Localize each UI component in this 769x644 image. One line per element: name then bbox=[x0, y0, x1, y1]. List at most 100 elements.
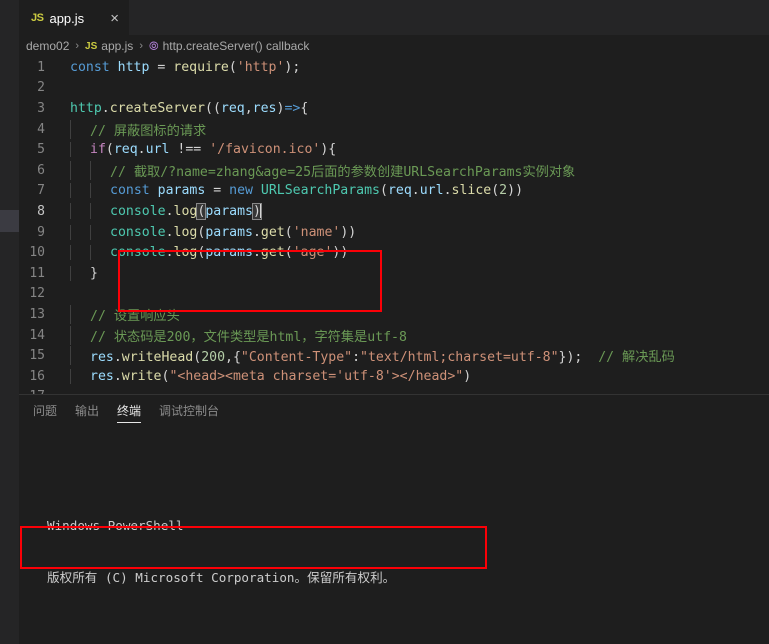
token-req: req bbox=[220, 100, 245, 116]
code-line-3: 3 http.createServer((req,res)=>{ bbox=[19, 98, 769, 119]
token-number-2: 2 bbox=[499, 183, 508, 199]
activity-bar-strip bbox=[0, 0, 19, 644]
code-line-12: 12 bbox=[19, 284, 769, 305]
code-line-13: 13 // 设置响应头 bbox=[19, 304, 769, 325]
token-const: const bbox=[110, 183, 150, 199]
close-icon[interactable]: × bbox=[92, 11, 119, 26]
code-line-4: 4 // 屏蔽图标的请求 bbox=[19, 119, 769, 140]
tab-debug-console[interactable]: 调试控制台 bbox=[159, 395, 219, 425]
code-line-2: 2 bbox=[19, 78, 769, 99]
token-log: log bbox=[173, 204, 198, 220]
line-number: 9 bbox=[37, 224, 45, 240]
editor-tab-app-js[interactable]: JS app.js × bbox=[19, 0, 129, 35]
editor-tab-bar: JS app.js × bbox=[0, 0, 769, 35]
code-line-14: 14 // 状态码是200，文件类型是html，字符集是utf-8 bbox=[19, 325, 769, 346]
code-text: console.log(params.get('age')) bbox=[61, 245, 769, 261]
terminal-line-copyright: 版权所有 (C) Microsoft Corporation。保留所有权利。 bbox=[47, 569, 396, 585]
code-line-15: 15 res.writeHead(200,{"Content-Type":"te… bbox=[19, 345, 769, 366]
comment-line-4: // 屏蔽图标的请求 bbox=[90, 123, 207, 139]
token-age-string: 'age' bbox=[292, 245, 333, 261]
chevron-right-icon: › bbox=[139, 40, 143, 52]
token-res: res bbox=[90, 350, 114, 366]
line-number: 8 bbox=[37, 203, 45, 219]
line-number: 6 bbox=[37, 162, 45, 178]
token-arrow: => bbox=[284, 100, 301, 116]
token-params: params bbox=[157, 183, 206, 199]
tab-problems[interactable]: 问题 bbox=[33, 395, 57, 425]
comment-line-6: // 截取/?name=zhang&age=25后面的参数创建URLSearch… bbox=[110, 164, 576, 180]
breadcrumb-symbol[interactable]: http.createServer() callback bbox=[163, 39, 310, 53]
tab-output[interactable]: 输出 bbox=[75, 395, 99, 425]
terminal-line-shell-banner: Windows PowerShell bbox=[47, 518, 184, 533]
token-url: url bbox=[419, 183, 444, 199]
code-text: // 截取/?name=zhang&age=25后面的参数创建URLSearch… bbox=[61, 160, 769, 180]
code-line-6: 6 // 截取/?name=zhang&age=25后面的参数创建URLSear… bbox=[19, 160, 769, 181]
token-not-equal: !== bbox=[177, 142, 202, 158]
code-text: res.write("<head><meta charset='utf-8'><… bbox=[61, 368, 769, 384]
code-text: // 状态码是200，文件类型是html，字符集是utf-8 bbox=[61, 325, 769, 345]
token-log: log bbox=[173, 245, 198, 261]
terminal-output[interactable]: Windows PowerShell 版权所有 (C) Microsoft Co… bbox=[19, 425, 769, 644]
line-number: 3 bbox=[37, 100, 45, 116]
token-params: params bbox=[205, 224, 253, 240]
token-get: get bbox=[260, 224, 285, 240]
code-text: // 设置响应头 bbox=[61, 304, 769, 324]
token-content-type-value: "text/html;charset=utf-8" bbox=[360, 350, 559, 366]
token-get: get bbox=[260, 245, 285, 261]
token-log: log bbox=[173, 224, 198, 240]
bottom-panel: 问题 输出 终端 调试控制台 Windows PowerShell 版权所有 (… bbox=[0, 394, 769, 644]
token-params: params bbox=[205, 204, 253, 220]
token-http: http bbox=[117, 59, 150, 75]
vscode-window: JS app.js × demo02 › JS app.js › ⦾ http.… bbox=[0, 0, 769, 644]
comment-line-13: // 设置响应头 bbox=[90, 308, 180, 324]
code-line-7: 7 const params = new URLSearchParams(req… bbox=[19, 181, 769, 202]
chevron-right-icon: › bbox=[75, 40, 80, 52]
code-editor[interactable]: 1 const http = require('http'); 2 3 http… bbox=[0, 57, 769, 394]
tab-terminal[interactable]: 终端 bbox=[117, 395, 142, 425]
code-text: http.createServer((req,res)=>{ bbox=[70, 100, 309, 116]
token-req: req bbox=[387, 183, 412, 199]
token-createServer: createServer bbox=[109, 100, 205, 116]
token-slice: slice bbox=[451, 183, 492, 199]
line-number: 15 bbox=[29, 348, 45, 364]
token-res: res bbox=[90, 368, 114, 384]
code-text: const http = require('http'); bbox=[70, 59, 301, 75]
code-text: // 屏蔽图标的请求 bbox=[61, 119, 769, 139]
token-favicon-string: '/favicon.ico' bbox=[209, 142, 321, 158]
code-line-11: 11 } bbox=[19, 263, 769, 284]
code-line-10: 10 console.log(params.get('age')) bbox=[19, 242, 769, 263]
line-number: 13 bbox=[29, 306, 45, 322]
panel-tab-bar: 问题 输出 终端 调试控制台 bbox=[19, 395, 769, 425]
token-if: if bbox=[90, 142, 106, 158]
editor-tab-label: app.js bbox=[49, 10, 85, 26]
token-const: const bbox=[70, 59, 110, 75]
code-line-8: 8 console.log(params) bbox=[19, 201, 769, 222]
line-number: 1 bbox=[37, 59, 45, 75]
code-line-17: 17 bbox=[19, 387, 769, 394]
token-params: params bbox=[205, 245, 253, 261]
comment-line-15: // 解决乱码 bbox=[598, 350, 675, 366]
code-text: const params = new URLSearchParams(req.u… bbox=[61, 183, 769, 199]
code-line-5: 5 if(req.url !== '/favicon.ico'){ bbox=[19, 139, 769, 160]
line-number: 7 bbox=[37, 183, 45, 199]
method-symbol-icon: ⦾ bbox=[148, 39, 159, 53]
token-url: url bbox=[145, 142, 170, 158]
breadcrumb-folder[interactable]: demo02 bbox=[26, 39, 69, 53]
token-head-meta-string: "<head><meta charset='utf-8'></head>" bbox=[169, 368, 464, 384]
line-number: 10 bbox=[29, 245, 45, 261]
editor-vertical-scrollbar-thumb[interactable] bbox=[0, 210, 19, 232]
text-cursor bbox=[259, 203, 261, 219]
js-file-icon: JS bbox=[31, 12, 44, 24]
token-name-string: 'name' bbox=[292, 224, 341, 240]
code-text: res.writeHead(200,{"Content-Type":"text/… bbox=[61, 346, 769, 366]
line-number: 11 bbox=[29, 265, 45, 281]
token-content-type-key: "Content-Type" bbox=[240, 350, 353, 366]
line-number: 12 bbox=[29, 286, 45, 302]
token-writeHead: writeHead bbox=[121, 350, 194, 366]
token-console: console bbox=[110, 245, 166, 261]
code-line-9: 9 console.log(params.get('name')) bbox=[19, 222, 769, 243]
token-console: console bbox=[110, 204, 166, 220]
code-text: console.log(params) bbox=[61, 203, 769, 221]
breadcrumb-file[interactable]: app.js bbox=[101, 39, 133, 53]
breadcrumb: demo02 › JS app.js › ⦾ http.createServer… bbox=[0, 35, 769, 57]
